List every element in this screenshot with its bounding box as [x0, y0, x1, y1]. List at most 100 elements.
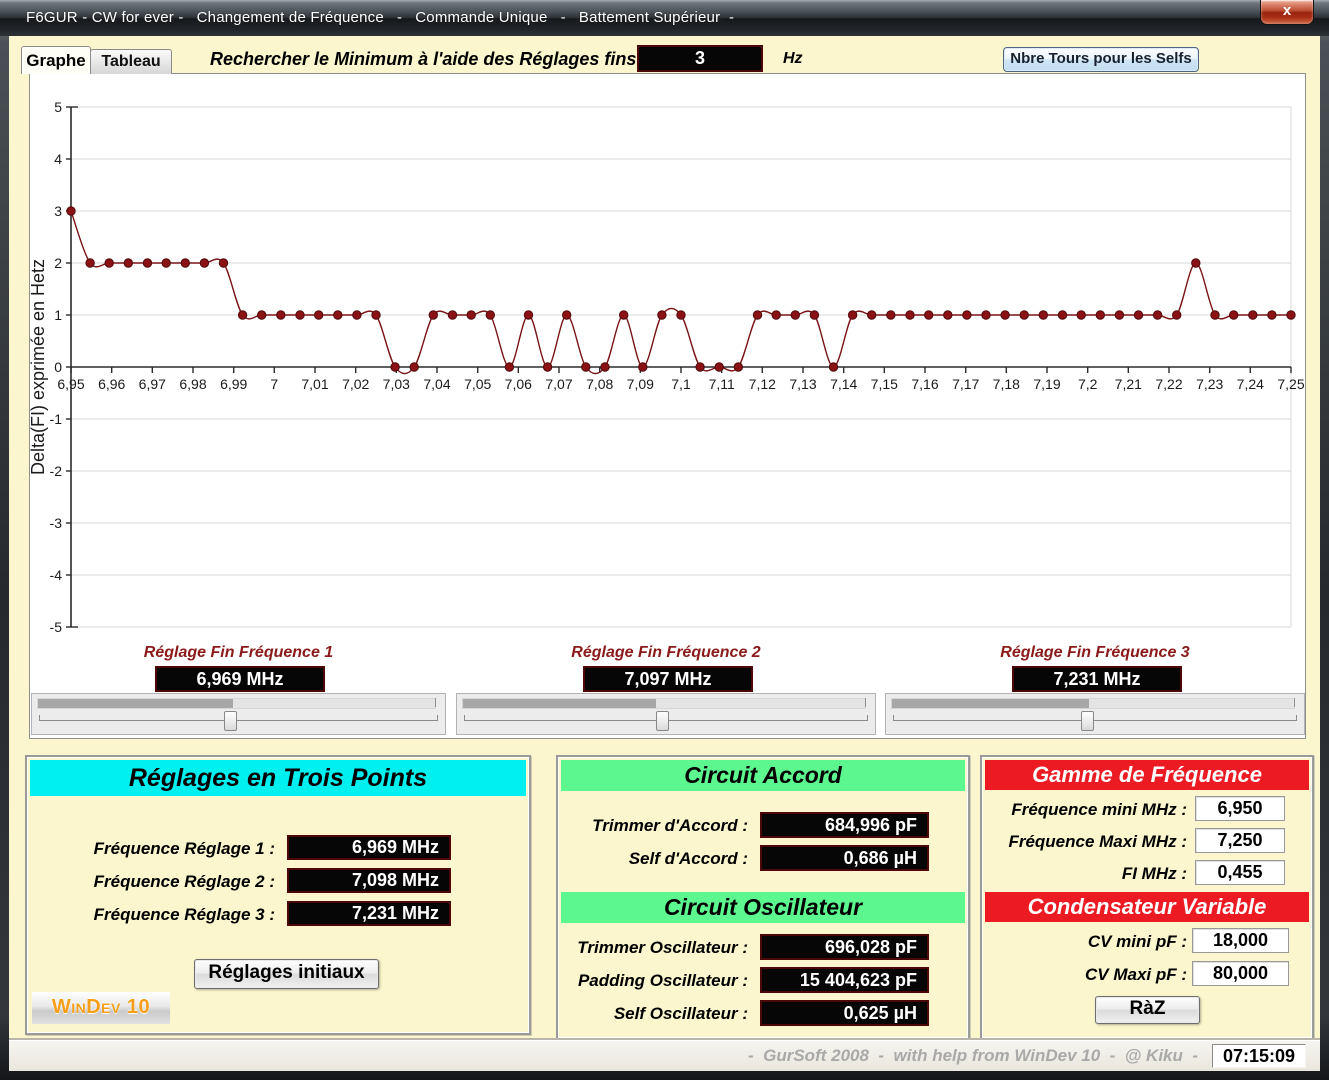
title-bar[interactable]: F6GUR - CW for ever - Changement de Fréq… — [0, 0, 1329, 36]
panel-header-trois-points: Réglages en Trois Points — [30, 760, 526, 796]
freq-reglage-3-label: Fréquence Réglage 3 : — [32, 905, 275, 925]
fi-mhz-label: FI MHz : — [987, 864, 1187, 884]
svg-text:-3: -3 — [50, 515, 63, 531]
freq-reglage-1-value: 6,969 MHz — [287, 835, 451, 860]
svg-text:1: 1 — [54, 307, 62, 323]
svg-text:-5: -5 — [50, 619, 63, 635]
svg-text:7,02: 7,02 — [342, 376, 369, 392]
trimmer-accord-label: Trimmer d'Accord : — [563, 816, 748, 836]
cv-maxi-label: CV Maxi pF : — [987, 965, 1187, 985]
svg-text:7,2: 7,2 — [1078, 376, 1098, 392]
slider-1-progress — [37, 698, 436, 709]
frequence-maxi-label: Fréquence Maxi MHz : — [987, 832, 1187, 852]
slider-1-value-display: 6,969 MHz — [155, 666, 325, 692]
panel-header-gamme: Gamme de Fréquence — [985, 760, 1309, 790]
svg-text:7,06: 7,06 — [505, 376, 532, 392]
raz-button[interactable]: RàZ — [1095, 996, 1200, 1024]
frequence-maxi-field[interactable]: 7,250 — [1195, 828, 1285, 853]
svg-text:7: 7 — [270, 376, 278, 392]
svg-text:7,21: 7,21 — [1115, 376, 1142, 392]
svg-text:2: 2 — [54, 255, 62, 271]
svg-text:7,09: 7,09 — [627, 376, 654, 392]
trimmer-oscillateur-value: 696,028 pF — [760, 934, 929, 960]
svg-text:6,96: 6,96 — [98, 376, 125, 392]
windev-logo: WinDev 10 — [32, 992, 170, 1024]
svg-text:4: 4 — [54, 151, 62, 167]
panel-header-circuit-accord: Circuit Accord — [561, 760, 965, 791]
svg-text:7,16: 7,16 — [911, 376, 938, 392]
slider-1-track[interactable] — [39, 720, 438, 721]
freq-reglage-2-value: 7,098 MHz — [287, 868, 451, 893]
svg-text:6,97: 6,97 — [139, 376, 166, 392]
nbre-tours-selfs-button[interactable]: Nbre Tours pour les Selfs — [1003, 47, 1199, 72]
slider-3-track[interactable] — [893, 720, 1297, 721]
svg-text:7,15: 7,15 — [871, 376, 898, 392]
svg-text:7,23: 7,23 — [1196, 376, 1223, 392]
slider-2-label: Réglage Fin Fréquence 2 — [456, 644, 876, 662]
delta-fi-chart: 543210-1-2-3-4-56,956,966,976,986,9977,0… — [30, 74, 1305, 639]
panel-reglages-trois-points: Réglages en Trois Points Fréquence Régla… — [25, 755, 531, 1035]
hz-unit-label: Hz — [783, 50, 803, 68]
svg-text:7,18: 7,18 — [993, 376, 1020, 392]
slider-2-group — [456, 693, 876, 735]
self-accord-value: 0,686 µH — [760, 845, 929, 871]
cv-maxi-field[interactable]: 80,000 — [1192, 961, 1289, 986]
svg-text:6,98: 6,98 — [179, 376, 206, 392]
trimmer-accord-value: 684,996 pF — [760, 812, 929, 838]
tab-tableau[interactable]: Tableau — [90, 49, 172, 74]
frequence-mini-field[interactable]: 6,950 — [1195, 796, 1285, 821]
search-step-field[interactable]: 3 — [637, 45, 763, 72]
graph-tab-pane: 543210-1-2-3-4-56,956,966,976,986,9977,0… — [29, 73, 1306, 739]
svg-text:7,04: 7,04 — [423, 376, 450, 392]
reglages-initiaux-button[interactable]: Réglages initiaux — [194, 959, 379, 989]
slider-3-thumb[interactable] — [1081, 711, 1094, 731]
slider-3-progress-fill — [892, 699, 1089, 708]
cv-mini-label: CV mini pF : — [987, 932, 1187, 952]
svg-text:7,25: 7,25 — [1277, 376, 1304, 392]
svg-text:7,13: 7,13 — [789, 376, 816, 392]
slider-3-group — [885, 693, 1305, 735]
svg-text:Delta(FI) exprimée en Hetz: Delta(FI) exprimée en Hetz — [30, 259, 48, 475]
svg-text:7,05: 7,05 — [464, 376, 491, 392]
cv-mini-field[interactable]: 18,000 — [1192, 928, 1289, 953]
svg-text:-1: -1 — [50, 411, 63, 427]
slider-1-thumb[interactable] — [224, 711, 237, 731]
slider-2-thumb[interactable] — [656, 711, 669, 731]
panel-gamme-frequence: Gamme de Fréquence Fréquence mini MHz : … — [980, 755, 1314, 1040]
padding-oscillateur-label: Padding Oscillateur : — [563, 971, 748, 991]
slider-3-label: Réglage Fin Fréquence 3 — [885, 644, 1305, 662]
close-icon: x — [1283, 2, 1291, 19]
fi-mhz-field[interactable]: 0,455 — [1195, 860, 1285, 885]
svg-text:7,01: 7,01 — [301, 376, 328, 392]
svg-text:7,07: 7,07 — [545, 376, 572, 392]
svg-text:7,08: 7,08 — [586, 376, 613, 392]
app-window: F6GUR - CW for ever - Changement de Fréq… — [0, 0, 1329, 1080]
slider-2-progress-fill — [463, 699, 656, 708]
search-minimum-label: Rechercher le Minimum à l'aide des Régla… — [210, 49, 647, 70]
clock-display: 07:15:09 — [1212, 1044, 1306, 1068]
client-area: Graphe Tableau Rechercher le Minimum à l… — [9, 36, 1320, 1070]
close-button[interactable]: x — [1260, 0, 1314, 25]
trimmer-oscillateur-label: Trimmer Oscillateur : — [563, 938, 748, 958]
freq-reglage-1-label: Fréquence Réglage 1 : — [32, 839, 275, 859]
svg-text:7,1: 7,1 — [671, 376, 691, 392]
svg-text:3: 3 — [54, 203, 62, 219]
freq-reglage-2-label: Fréquence Réglage 2 : — [32, 872, 275, 892]
window-title: F6GUR - CW for ever - Changement de Fréq… — [26, 9, 734, 26]
svg-text:7,03: 7,03 — [383, 376, 410, 392]
tab-graphe[interactable]: Graphe — [21, 46, 91, 74]
panel-header-circuit-oscillateur: Circuit Oscillateur — [561, 892, 965, 923]
svg-text:-2: -2 — [50, 463, 63, 479]
svg-text:7,12: 7,12 — [749, 376, 776, 392]
padding-oscillateur-value: 15 404,623 pF — [760, 967, 929, 993]
self-oscillateur-label: Self Oscillateur : — [563, 1004, 748, 1024]
slider-2-value-display: 7,097 MHz — [583, 666, 753, 692]
slider-1-progress-fill — [38, 699, 233, 708]
slider-2-progress — [462, 698, 866, 709]
slider-1-label: Réglage Fin Fréquence 1 — [31, 644, 446, 662]
credits-text: - GurSoft 2008 - with help from WinDev 1… — [748, 1046, 1198, 1066]
svg-text:7,14: 7,14 — [830, 376, 857, 392]
svg-text:6,95: 6,95 — [57, 376, 84, 392]
status-bar: - GurSoft 2008 - with help from WinDev 1… — [9, 1040, 1320, 1071]
svg-text:-4: -4 — [50, 567, 63, 583]
